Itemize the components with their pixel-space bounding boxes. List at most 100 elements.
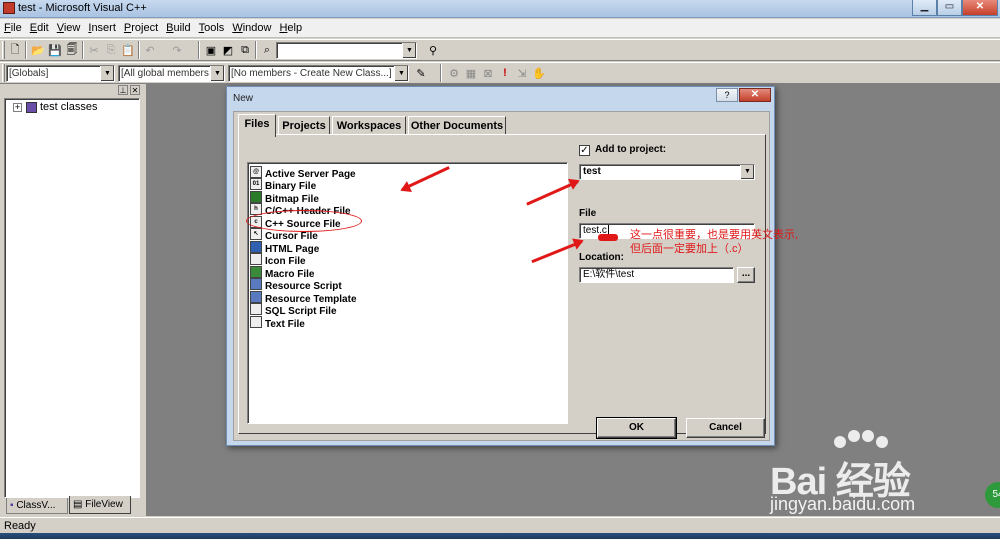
class-combo[interactable]: [Globals] ▼ bbox=[6, 65, 115, 82]
tab-fileview[interactable]: ▤ FileView bbox=[69, 496, 131, 514]
project-select[interactable]: test ▼ bbox=[579, 164, 755, 180]
menu-insert[interactable]: Insert bbox=[84, 19, 120, 38]
minimize-button[interactable]: ▁ bbox=[912, 0, 937, 16]
toolbar-separator bbox=[198, 41, 200, 59]
output-icon[interactable]: ◩ bbox=[219, 41, 237, 59]
list-item[interactable]: Macro File bbox=[250, 266, 314, 280]
list-item[interactable]: Resource Template bbox=[250, 291, 357, 305]
tab-projects[interactable]: Projects bbox=[278, 116, 330, 135]
chevron-down-icon[interactable]: ▼ bbox=[740, 165, 754, 179]
dock-pin-icon[interactable]: ⊥ bbox=[118, 85, 128, 95]
app-icon[interactable] bbox=[3, 2, 15, 14]
compile-icon[interactable]: ⚙ bbox=[445, 64, 463, 82]
close-button[interactable]: ✕ bbox=[962, 0, 998, 16]
wizard-action-icon[interactable]: ✎ bbox=[412, 64, 430, 82]
fileview-icon: ▤ bbox=[73, 499, 86, 510]
list-item[interactable]: HTML Page bbox=[250, 241, 319, 255]
toolbar-separator bbox=[255, 41, 257, 59]
ok-button[interactable]: OK bbox=[596, 417, 677, 439]
save-all-icon[interactable]: 🗐 bbox=[63, 41, 81, 59]
workspace-icon[interactable]: ▣ bbox=[202, 41, 220, 59]
paste-icon[interactable]: 📋 bbox=[119, 41, 137, 59]
html-icon bbox=[250, 241, 262, 253]
build-icon[interactable]: ▦ bbox=[462, 64, 480, 82]
stop-build-icon[interactable]: ⊠ bbox=[479, 64, 497, 82]
menu-window[interactable]: Window bbox=[228, 19, 275, 38]
classes-icon bbox=[26, 102, 37, 113]
copy-icon[interactable]: ⎘ bbox=[102, 41, 120, 59]
go-icon[interactable]: ⇲ bbox=[513, 64, 531, 82]
sql-icon bbox=[250, 303, 262, 315]
dialog-close-button[interactable]: ✕ bbox=[739, 88, 771, 102]
standard-toolbar: 🗋 📂 💾 🗐 ✂ ⎘ 📋 ↶ ↷ ▣ ◩ ⧉ ⌕ ▼ ⚲ bbox=[0, 39, 1000, 61]
list-item[interactable]: Resource Script bbox=[250, 278, 342, 292]
menu-file[interactable]: File bbox=[0, 19, 26, 38]
class-tree[interactable]: + test classes bbox=[4, 98, 140, 498]
dialog-body: Files Projects Workspaces Other Document… bbox=[233, 111, 770, 441]
tab-other-documents[interactable]: Other Documents bbox=[408, 116, 506, 135]
menu-project[interactable]: Project bbox=[120, 19, 162, 38]
add-to-project-label: Add to project: bbox=[595, 144, 667, 155]
filter-combo[interactable]: [All global members ▼ bbox=[118, 65, 225, 82]
workspace-pane: ⊥ ✕ + test classes ▪ ClassV... ▤ FileVie… bbox=[0, 84, 146, 516]
list-item[interactable]: 01 Binary File bbox=[250, 178, 316, 192]
toolbar-separator bbox=[82, 41, 84, 59]
members-combo[interactable]: [No members - Create New Class...] ▼ bbox=[228, 65, 409, 82]
toolbar-grip[interactable] bbox=[2, 41, 5, 59]
location-field[interactable]: E:\软件\test bbox=[579, 267, 734, 283]
chevron-down-icon[interactable]: ▼ bbox=[100, 66, 114, 81]
icon-file-icon bbox=[250, 253, 262, 265]
resource-script-icon bbox=[250, 278, 262, 290]
cut-icon[interactable]: ✂ bbox=[85, 41, 103, 59]
file-type-list[interactable]: @ Active Server Page 01 Binary File Bitmap… bbox=[246, 162, 568, 424]
menu-help[interactable]: Help bbox=[275, 19, 306, 38]
pane-close-icon[interactable]: ✕ bbox=[130, 85, 140, 95]
find-combo[interactable]: ▼ bbox=[276, 42, 417, 59]
chevron-down-icon[interactable]: ▼ bbox=[402, 43, 416, 58]
tree-root-label[interactable]: test classes bbox=[40, 101, 97, 113]
execute-icon[interactable]: ! bbox=[496, 64, 514, 82]
chevron-down-icon[interactable]: ▼ bbox=[210, 66, 224, 81]
help-button[interactable]: ? bbox=[716, 88, 738, 102]
file-label: File bbox=[579, 208, 597, 219]
tab-classview[interactable]: ▪ ClassV... bbox=[6, 498, 68, 514]
browse-button[interactable]: ... bbox=[737, 267, 755, 283]
redo-icon[interactable]: ↷ bbox=[168, 41, 186, 59]
list-item[interactable]: Bitmap File bbox=[250, 191, 319, 205]
annotation-text-line1: 这一点很重要，也是要用英文表示, bbox=[630, 229, 799, 241]
cancel-button[interactable]: Cancel bbox=[686, 418, 765, 438]
menu-bar: File Edit View Insert Project Build Tools Windo… bbox=[0, 19, 1000, 38]
toolbar-separator bbox=[440, 64, 442, 82]
dialog-title: New bbox=[233, 93, 254, 104]
list-item[interactable]: Text File bbox=[250, 316, 305, 330]
chevron-down-icon[interactable]: ▼ bbox=[394, 66, 408, 81]
find-in-files-icon[interactable]: ⌕ bbox=[258, 41, 276, 59]
menu-view[interactable]: View bbox=[53, 19, 85, 38]
maximize-button[interactable]: ▭ bbox=[937, 0, 962, 16]
list-item[interactable]: @ Active Server Page bbox=[250, 166, 356, 180]
wizard-toolbar: [Globals] ▼ [All global members ▼ [No memb… bbox=[0, 62, 1000, 84]
files-tab-panel: @ Active Server Page 01 Binary File Bitmap… bbox=[238, 134, 766, 434]
list-item[interactable]: Icon File bbox=[250, 253, 306, 267]
open-folder-icon[interactable]: 📂 bbox=[29, 41, 47, 59]
new-file-icon[interactable]: 🗋 bbox=[6, 41, 24, 59]
tab-files[interactable]: Files bbox=[238, 114, 276, 137]
find-icon[interactable]: ⚲ bbox=[424, 41, 442, 59]
toolbar-grip[interactable] bbox=[2, 64, 5, 82]
windows-icon[interactable]: ⧉ bbox=[236, 41, 254, 59]
cursor-icon: ↖ bbox=[250, 228, 262, 240]
annotation-text-line2: 但后面一定要加上（.c） bbox=[630, 243, 749, 255]
menu-build[interactable]: Build bbox=[162, 19, 194, 38]
add-to-project-checkbox[interactable]: ✓ bbox=[579, 145, 590, 156]
breakpoint-icon[interactable]: ✋ bbox=[530, 64, 548, 82]
list-item[interactable]: SQL Script File bbox=[250, 303, 337, 317]
tab-workspaces[interactable]: Workspaces bbox=[332, 116, 406, 135]
expand-icon[interactable]: + bbox=[13, 103, 22, 112]
menu-tools[interactable]: Tools bbox=[195, 19, 229, 38]
new-dialog: New ? ✕ Files Projects Workspaces Other … bbox=[226, 86, 775, 446]
save-icon[interactable]: 💾 bbox=[46, 41, 64, 59]
undo-icon[interactable]: ↶ bbox=[141, 41, 159, 59]
menu-edit[interactable]: Edit bbox=[26, 19, 53, 38]
title-bar: test - Microsoft Visual C++ ▁ ▭ ✕ bbox=[0, 0, 1000, 18]
annotation-scribble bbox=[598, 234, 618, 241]
